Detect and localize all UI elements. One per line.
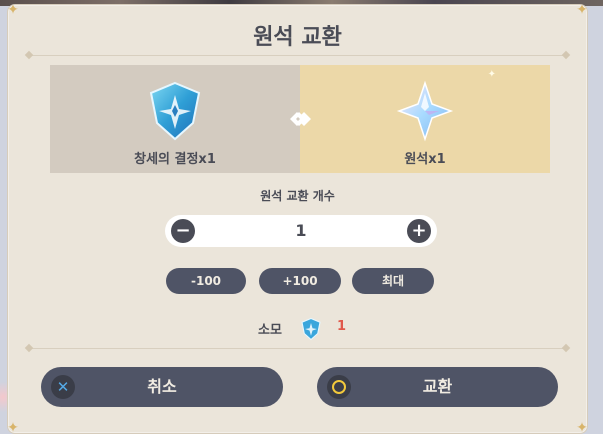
consume-count: 1 [337, 319, 347, 334]
exchange-arrow-icon [290, 112, 311, 126]
quantity-stepper: − 1 + [165, 215, 437, 247]
exchange-dialog: ✦ ✦ ✦ ✦ 원석 교환 창세의 결정x1 ✦ 원석x1 원석 교환 개수 −… [7, 4, 588, 434]
corner-star-icon: ✦ [7, 4, 19, 18]
consume-label: 소모 [258, 323, 282, 338]
footer-divider [26, 348, 569, 349]
quantity-value: 1 [295, 221, 307, 240]
target-item-label: 원석x1 [404, 152, 446, 167]
source-item-label: 창세의 결정x1 [134, 152, 216, 167]
title-divider [26, 55, 569, 56]
plus-icon[interactable]: + [407, 219, 431, 243]
sparkle-icon: ✦ [487, 69, 496, 80]
confirm-label: 교환 [422, 377, 453, 396]
corner-star-icon: ✦ [576, 4, 588, 18]
genesis-crystal-icon [149, 81, 201, 141]
target-item-card: ✦ 원석x1 [300, 65, 550, 173]
corner-star-icon: ✦ [7, 420, 19, 434]
cancel-label: 취소 [147, 377, 177, 396]
corner-star-icon: ✦ [576, 420, 588, 434]
source-item-card: 창세의 결정x1 [50, 65, 300, 173]
consume-row: 소모 1 [8, 317, 587, 341]
cancel-button[interactable]: ✕ 취소 [41, 367, 283, 407]
minus-100-button[interactable]: -100 [166, 268, 246, 294]
confirm-exchange-button[interactable]: 교환 [317, 367, 558, 407]
exchange-count-label: 원석 교환 개수 [260, 189, 335, 203]
primogem-icon [396, 80, 454, 142]
max-button[interactable]: 최대 [352, 268, 434, 294]
plus-100-button[interactable]: +100 [259, 268, 341, 294]
dialog-title: 원석 교환 [253, 25, 342, 50]
exchange-panel: 창세의 결정x1 ✦ 원석x1 [50, 65, 550, 173]
genesis-crystal-icon [301, 317, 321, 341]
